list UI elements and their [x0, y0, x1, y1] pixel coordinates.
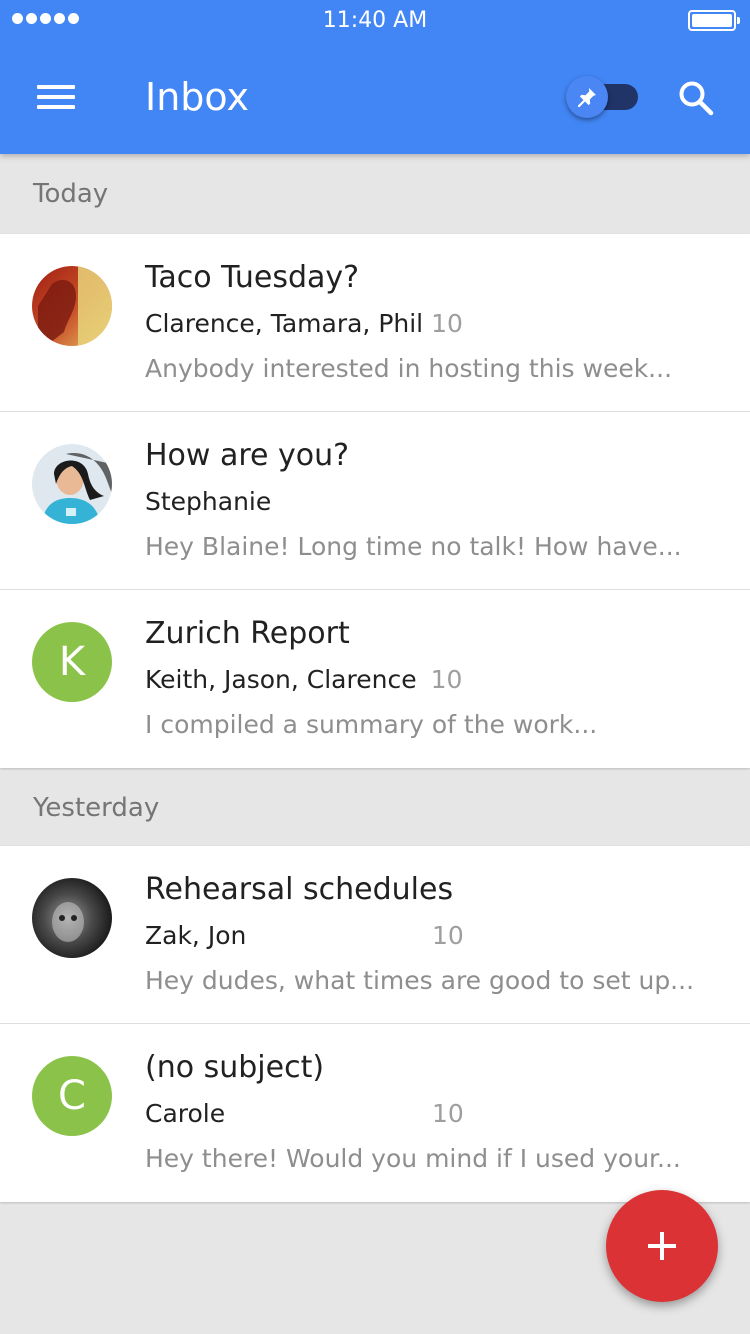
thread-senders-line: Clarence, Tamara, Phil 10 — [145, 309, 463, 338]
section-header-yesterday: Yesterday — [33, 793, 160, 823]
search-button[interactable] — [668, 70, 724, 126]
menu-button[interactable] — [26, 70, 86, 124]
thread-item[interactable]: Taco Tuesday? Clarence, Tamara, Phil 10 A… — [0, 234, 750, 412]
avatar: C — [32, 1056, 112, 1136]
thread-senders-line: Zak, Jon — [145, 921, 246, 950]
inbox-app: 11:40 AM Inbox Today Taco Tuesday? Clare… — [0, 0, 750, 1334]
avatar — [32, 444, 112, 524]
thread-card-today: Taco Tuesday? Clarence, Tamara, Phil 10 A… — [0, 234, 750, 768]
thread-count: 10 — [430, 665, 463, 694]
section-header-today: Today — [33, 179, 109, 209]
avatar — [32, 266, 112, 346]
search-icon — [679, 81, 714, 116]
thread-snippet: I compiled a summary of the work... — [145, 710, 598, 739]
thread-snippet: Hey dudes, what times are good to set up… — [145, 966, 695, 995]
thread-senders: Clarence, Tamara, Phil — [145, 309, 424, 338]
thread-senders-line: Keith, Jason, Clarence 10 — [145, 665, 462, 694]
page-title: Inbox — [145, 75, 249, 119]
thread-senders: Stephanie — [145, 487, 272, 516]
thread-subject: Rehearsal schedules — [145, 872, 454, 907]
pinned-toggle[interactable] — [562, 76, 640, 118]
plus-icon — [648, 1232, 676, 1260]
avatar — [32, 878, 112, 958]
thread-count: 10 — [432, 1099, 464, 1128]
thread-snippet: Hey there! Would you mind if I used your… — [145, 1144, 681, 1173]
pin-icon — [566, 76, 608, 118]
compose-button[interactable] — [606, 1190, 718, 1302]
thread-senders-line: Stephanie — [145, 487, 271, 516]
thread-snippet: Hey Blaine! Long time no talk! How have.… — [145, 532, 682, 561]
thread-count: 10 — [432, 921, 464, 950]
thread-item[interactable]: C (no subject) Carole 10 Hey there! Woul… — [0, 1024, 750, 1202]
thread-subject: Taco Tuesday? — [145, 260, 360, 295]
thread-count: 10 — [431, 309, 463, 338]
thread-senders: Zak, Jon — [145, 921, 247, 950]
thread-item[interactable]: K Zurich Report Keith, Jason, Clarence 10… — [0, 590, 750, 768]
thread-item[interactable]: Rehearsal schedules Zak, Jon 10 Hey dude… — [0, 846, 750, 1024]
thread-subject: How are you? — [145, 438, 350, 473]
thread-snippet: Anybody interested in hosting this week.… — [145, 354, 673, 383]
thread-subject: Zurich Report — [145, 616, 350, 651]
app-bar: 11:40 AM Inbox — [0, 0, 750, 154]
status-bar: 11:40 AM — [0, 0, 750, 42]
thread-card-yesterday: Rehearsal schedules Zak, Jon 10 Hey dude… — [0, 846, 750, 1202]
battery-icon — [688, 10, 740, 31]
thread-senders: Keith, Jason, Clarence — [145, 665, 417, 694]
thread-senders: Carole — [145, 1099, 226, 1128]
thread-senders-line: Carole — [145, 1099, 225, 1128]
avatar: K — [32, 622, 112, 702]
thread-subject: (no subject) — [145, 1050, 325, 1085]
thread-item[interactable]: How are you? Stephanie Hey Blaine! Long … — [0, 412, 750, 590]
hamburger-menu-icon — [37, 85, 75, 109]
status-time: 11:40 AM — [322, 8, 428, 33]
